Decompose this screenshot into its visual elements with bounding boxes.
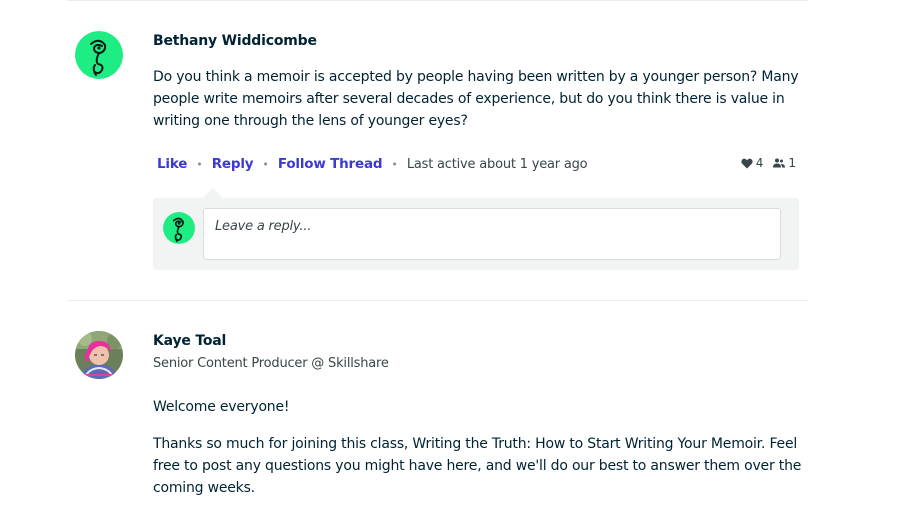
comment-text-line: free to post any questions you might hav… xyxy=(153,458,802,474)
users-icon xyxy=(773,158,786,168)
follow-thread-button[interactable]: Follow Thread xyxy=(278,156,383,172)
last-active-text: Last active about 1 year ago xyxy=(406,156,588,172)
comment-paragraph: Welcome everyone! xyxy=(153,399,290,415)
author-subtitle: Senior Content Producer @ Skillshare xyxy=(153,356,389,371)
like-button[interactable]: Like xyxy=(157,156,187,172)
comment-stats: 4 1 xyxy=(731,156,796,170)
likes-stat: 4 xyxy=(741,156,764,170)
avatar[interactable] xyxy=(75,331,123,379)
comment-paragraph: Thanks so much for joining this class, W… xyxy=(153,433,813,499)
heart-icon xyxy=(741,158,753,168)
comment-text-line: coming weeks. xyxy=(153,480,255,496)
comment-author-name[interactable]: Kaye Toal xyxy=(153,333,226,349)
comment-text-line: Do you think a memoir is accepted by peo… xyxy=(153,69,799,85)
profile-photo-avatar-icon xyxy=(75,331,123,379)
reply-box-notch xyxy=(203,188,223,198)
followers-stat: 1 xyxy=(773,156,796,170)
reply-button[interactable]: Reply xyxy=(212,156,254,172)
comment-text-line: Thanks so much for joining this class, W… xyxy=(153,436,798,452)
comment-author-name[interactable]: Bethany Widdicombe xyxy=(153,33,317,49)
comment-actions: Like • Reply • Follow Thread • Last acti… xyxy=(157,155,588,173)
face-line-art-avatar-icon xyxy=(163,212,195,244)
likes-count: 4 xyxy=(755,156,764,170)
followers-count: 1 xyxy=(788,156,796,170)
avatar[interactable] xyxy=(75,31,123,79)
comment-body: Do you think a memoir is accepted by peo… xyxy=(153,66,813,132)
separator-dot: • xyxy=(196,157,203,171)
face-line-art-avatar-icon xyxy=(75,31,123,79)
top-divider xyxy=(67,0,808,1)
separator-dot: • xyxy=(391,157,398,171)
reply-avatar xyxy=(163,212,195,244)
comment-text-line: people write memoirs after several decad… xyxy=(153,91,785,107)
comment-text-line: writing one through the lens of younger … xyxy=(153,113,468,129)
comment-divider xyxy=(67,300,808,301)
reply-input[interactable]: Leave a reply... xyxy=(203,208,781,260)
separator-dot: • xyxy=(262,157,269,171)
